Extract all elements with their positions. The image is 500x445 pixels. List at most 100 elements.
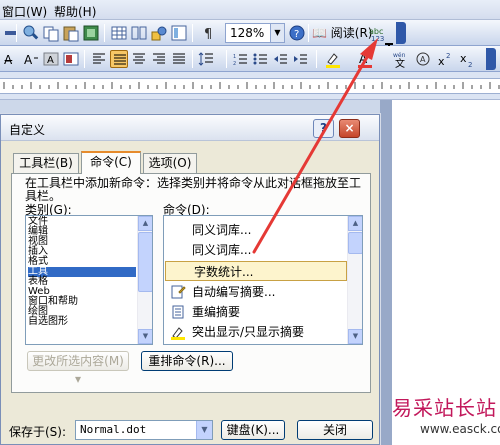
command-item[interactable]: 同义词库...: [164, 240, 348, 260]
chevron-down-icon[interactable]: ▼: [270, 24, 284, 42]
svg-text:123: 123: [371, 35, 384, 42]
command-label: 突出显示/只显示摘要: [192, 325, 305, 339]
dialog-title: 自定义: [9, 123, 46, 137]
chevron-down-icon[interactable]: ▼: [196, 421, 212, 439]
char-border-icon[interactable]: A: [22, 50, 40, 68]
highlight-icon[interactable]: [324, 50, 342, 68]
show-marks-icon[interactable]: ¶: [200, 24, 218, 42]
word-count-icon[interactable]: abc 123: [368, 24, 386, 42]
dialog-help-button[interactable]: ?: [313, 119, 334, 138]
svg-text:A: A: [420, 55, 426, 64]
scroll-thumb[interactable]: [138, 232, 152, 292]
superscript-icon[interactable]: x2: [436, 50, 454, 68]
toolbar-handle-icon[interactable]: [2, 24, 20, 42]
scroll-up-icon[interactable]: ▲: [138, 216, 152, 231]
command-label: 同义词库...: [192, 243, 252, 257]
svg-text:文: 文: [395, 57, 405, 68]
svg-text:A: A: [359, 52, 368, 66]
line-spacing-icon[interactable]: [198, 50, 216, 68]
highlight-summary-icon: [170, 324, 186, 340]
command-item[interactable]: 突出显示/只显示摘要: [164, 322, 348, 342]
modify-selection-button[interactable]: 更改所选内容(M) ▾: [27, 351, 129, 386]
enclose-char-icon[interactable]: A: [414, 50, 432, 68]
keyboard-button[interactable]: 键盘(K)...: [221, 420, 285, 440]
command-item[interactable]: 自动编写摘要...: [164, 282, 348, 302]
book-icon: 📖: [312, 26, 327, 40]
columns-icon[interactable]: [130, 24, 148, 42]
align-center-icon[interactable]: [130, 50, 148, 68]
decrease-indent-icon[interactable]: [272, 50, 290, 68]
category-item[interactable]: 自选图形: [28, 317, 68, 327]
toolbar-options-icon[interactable]: [486, 48, 496, 70]
command-label: 自动编写摘要...: [192, 285, 276, 299]
scroll-down-icon[interactable]: ▼: [138, 329, 152, 344]
toolbar-separator: [104, 24, 105, 42]
document-map-icon[interactable]: [170, 24, 188, 42]
commands-scrollbar[interactable]: ▲ ▼: [347, 216, 362, 344]
toolbar-options-icon[interactable]: [396, 22, 406, 44]
svg-text:1: 1: [233, 54, 236, 60]
menu-help[interactable]: 帮助(H): [54, 3, 96, 20]
numbering-icon[interactable]: 12: [232, 50, 250, 68]
command-item-selected[interactable]: 字数统计...: [165, 261, 347, 281]
tab-commands[interactable]: 命令(C): [81, 151, 141, 174]
close-button[interactable]: 关闭: [297, 420, 373, 440]
command-label: 字数统计...: [194, 265, 254, 279]
svg-text:2: 2: [446, 52, 450, 60]
resummarize-icon: [170, 304, 186, 320]
drawing-icon[interactable]: [150, 24, 168, 42]
command-item[interactable]: 同义词库...: [164, 220, 348, 240]
paste-icon[interactable]: [62, 24, 80, 42]
distribute-icon[interactable]: [170, 50, 188, 68]
toolbar-separator: [308, 24, 309, 42]
read-button[interactable]: 📖 阅读(R): [312, 24, 372, 42]
toolbar-separator: [226, 50, 227, 68]
toolbar-separator: [192, 24, 193, 42]
format-painter-icon[interactable]: [82, 24, 100, 42]
template-value: Normal.dot: [80, 423, 147, 436]
template-select[interactable]: Normal.dot ▼: [75, 420, 213, 440]
zoom-value: 128%: [230, 26, 265, 40]
tab-toolbars[interactable]: 工具栏(B): [13, 153, 79, 173]
char-scale-icon[interactable]: [62, 50, 80, 68]
table-icon[interactable]: [110, 24, 128, 42]
justify-icon[interactable]: [110, 50, 128, 68]
align-right-icon[interactable]: [150, 50, 168, 68]
align-left-icon[interactable]: [90, 50, 108, 68]
svg-text:2: 2: [233, 61, 236, 67]
formatting-toolbar: A̶ A A 12 A wén 文 A x 2 x 2: [0, 46, 500, 72]
research-icon[interactable]: [22, 24, 40, 42]
font-color-icon[interactable]: A: [356, 50, 374, 68]
category-list[interactable]: 文件 编辑 视图 插入 格式 工具 表格 Web 窗口和帮助 绘图 自选图形 ▲…: [25, 215, 153, 345]
auto-summarize-icon: [170, 284, 186, 300]
copy-icon[interactable]: [42, 24, 60, 42]
svg-text:x: x: [460, 52, 467, 65]
bullets-icon[interactable]: [252, 50, 270, 68]
char-shading-icon[interactable]: A: [42, 50, 60, 68]
subscript-icon[interactable]: x2: [458, 50, 476, 68]
svg-text:A: A: [47, 55, 54, 66]
dialog-close-button[interactable]: ×: [339, 119, 360, 138]
menu-window[interactable]: 窗口(W): [2, 3, 47, 20]
rearrange-commands-button[interactable]: 重排命令(R)...: [141, 351, 233, 371]
scroll-up-icon[interactable]: ▲: [348, 216, 362, 231]
horizontal-ruler[interactable]: [0, 72, 500, 100]
dialog-titlebar[interactable]: 自定义 ? ×: [1, 115, 379, 141]
phonetic-guide-icon[interactable]: wén 文: [392, 50, 410, 68]
zoom-combo[interactable]: 128% ▼: [225, 23, 285, 43]
increase-indent-icon[interactable]: [292, 50, 310, 68]
scroll-down-icon[interactable]: ▼: [348, 329, 362, 344]
category-scrollbar[interactable]: ▲ ▼: [137, 216, 152, 344]
tab-options[interactable]: 选项(O): [143, 153, 197, 173]
style-icon[interactable]: A̶: [2, 50, 20, 68]
read-button-label: 阅读(R): [330, 26, 373, 40]
commands-list[interactable]: 同义词库... 同义词库... 字数统计... 自动编写摘要... 重编摘要 突…: [163, 215, 363, 345]
scroll-thumb[interactable]: [348, 232, 362, 254]
toolbar-separator: [16, 24, 17, 42]
help-circle-icon[interactable]: ?: [288, 24, 306, 42]
customize-dialog: 自定义 ? × 工具栏(B) 命令(C) 选项(O) 在工具栏中添加新命令：选择…: [0, 114, 380, 445]
watermark-text: 易采站长站: [392, 396, 497, 420]
command-item[interactable]: 重编摘要: [164, 302, 348, 322]
menu-bar: 窗口(W) 帮助(H): [0, 0, 500, 20]
command-label: 重编摘要: [192, 305, 241, 319]
